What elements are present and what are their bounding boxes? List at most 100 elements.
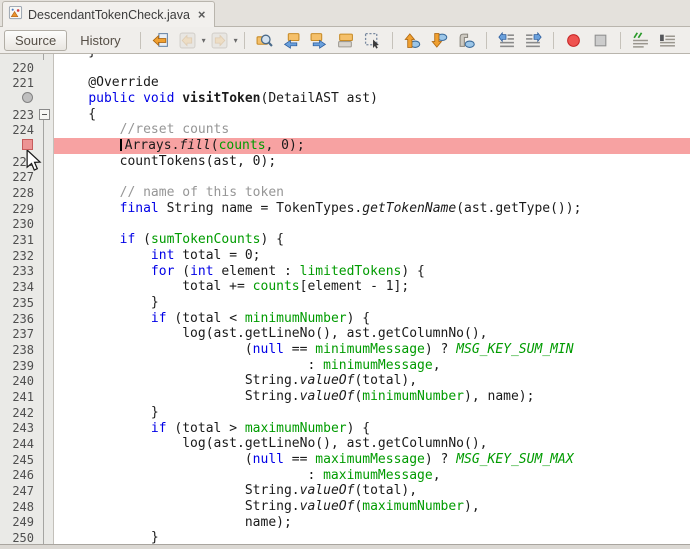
- gutter-row[interactable]: 236: [0, 311, 53, 327]
- gutter-row[interactable]: 250: [0, 530, 53, 544]
- find-next-occurrence-button[interactable]: [307, 29, 330, 51]
- code-line[interactable]: @Override: [54, 75, 690, 91]
- code-line[interactable]: name);: [54, 515, 690, 531]
- tab-close-icon[interactable]: ×: [198, 8, 206, 21]
- code-line[interactable]: countTokens(ast, 0);: [54, 154, 690, 170]
- code-line[interactable]: }: [54, 530, 690, 544]
- code-line[interactable]: log(ast.getLineNo(), ast.getColumnNo(),: [54, 326, 690, 342]
- code-line-breakpoint-highlighted[interactable]: Arrays.fill(counts, 0);: [54, 138, 690, 154]
- code-line[interactable]: log(ast.getLineNo(), ast.getColumnNo(),: [54, 436, 690, 452]
- source-view-button[interactable]: Source: [4, 30, 67, 51]
- code-line[interactable]: String.valueOf(total),: [54, 373, 690, 389]
- toggle-bookmark-button[interactable]: [455, 29, 478, 51]
- code-line[interactable]: String.valueOf(maximumNumber),: [54, 499, 690, 515]
- code-line[interactable]: : maximumMessage,: [54, 468, 690, 484]
- find-previous-occurrence-button[interactable]: [280, 29, 303, 51]
- toggle-rectangular-selection-button[interactable]: [361, 29, 384, 51]
- code-line[interactable]: if (total > maximumNumber) {: [54, 421, 690, 437]
- code-line[interactable]: [54, 170, 690, 186]
- last-edit-location-button[interactable]: [149, 29, 172, 51]
- dropdown-arrow-icon[interactable]: ▾: [202, 36, 206, 45]
- editor-gutter[interactable]: 2202212232242262272282292302312322332342…: [0, 54, 54, 544]
- gutter-row[interactable]: 239: [0, 358, 53, 374]
- code-token: ) ?: [425, 342, 456, 357]
- code-line[interactable]: {: [54, 107, 690, 123]
- shift-line-right-button[interactable]: [522, 29, 545, 51]
- code-line[interactable]: }: [54, 405, 690, 421]
- line-number: 248: [0, 500, 35, 514]
- gutter-row[interactable]: 221: [0, 75, 53, 91]
- code-line[interactable]: int total = 0;: [54, 248, 690, 264]
- next-bookmark-button[interactable]: [428, 29, 451, 51]
- gutter-row[interactable]: 235: [0, 295, 53, 311]
- gutter-row[interactable]: 238: [0, 342, 53, 358]
- code-line[interactable]: (null == minimumMessage) ? MSG_KEY_SUM_M…: [54, 342, 690, 358]
- gutter-row[interactable]: 224: [0, 122, 53, 138]
- comment-button[interactable]: [629, 29, 652, 51]
- toggle-highlight-search-button[interactable]: [334, 29, 357, 51]
- gutter-row[interactable]: [0, 91, 53, 107]
- code-line[interactable]: String.valueOf(minimumNumber), name);: [54, 389, 690, 405]
- code-token: valueOf: [300, 499, 355, 514]
- find-selection-button[interactable]: [253, 29, 276, 51]
- gutter-row[interactable]: 227: [0, 170, 53, 186]
- start-macro-recording-button[interactable]: [562, 29, 585, 51]
- gutter-row[interactable]: 240: [0, 373, 53, 389]
- uncomment-button[interactable]: [656, 29, 679, 51]
- gutter-row[interactable]: 233: [0, 264, 53, 280]
- gutter-row[interactable]: 249: [0, 515, 53, 531]
- gutter-row[interactable]: [0, 138, 53, 154]
- code-line[interactable]: [54, 60, 690, 76]
- gutter-row[interactable]: 231: [0, 232, 53, 248]
- back-button[interactable]: [176, 29, 199, 51]
- breakpoint-icon[interactable]: [22, 139, 33, 150]
- code-line[interactable]: total += counts[element - 1];: [54, 279, 690, 295]
- gutter-row[interactable]: 232: [0, 248, 53, 264]
- dropdown-arrow-icon[interactable]: ▾: [234, 36, 238, 45]
- gutter-row[interactable]: 220: [0, 60, 53, 76]
- code-pane[interactable]: } @Override public void visitToken(Detai…: [54, 54, 690, 544]
- history-view-button[interactable]: History: [69, 30, 131, 51]
- stop-macro-recording-button[interactable]: [589, 29, 612, 51]
- code-line[interactable]: }: [54, 295, 690, 311]
- code-line[interactable]: final String name = TokenTypes.getTokenN…: [54, 201, 690, 217]
- previous-bookmark-button[interactable]: [401, 29, 424, 51]
- gutter-row[interactable]: 226: [0, 154, 53, 170]
- code-line[interactable]: if (sumTokenCounts) {: [54, 232, 690, 248]
- shift-line-left-button[interactable]: [495, 29, 518, 51]
- code-line[interactable]: [54, 217, 690, 233]
- gutter-row[interactable]: 245: [0, 452, 53, 468]
- code-line[interactable]: public void visitToken(DetailAST ast): [54, 91, 690, 107]
- annotation-circle-icon[interactable]: [22, 92, 33, 103]
- code-token: minimumMessage: [315, 342, 425, 357]
- code-line[interactable]: String.valueOf(total),: [54, 483, 690, 499]
- code-line[interactable]: for (int element : limitedTokens) {: [54, 264, 690, 280]
- line-number: 238: [0, 343, 35, 357]
- tab-descendanttokencheck-java[interactable]: DescendantTokenCheck.java ×: [2, 1, 215, 27]
- gutter-row[interactable]: 223: [0, 107, 53, 123]
- code-line[interactable]: (null == maximumMessage) ? MSG_KEY_SUM_M…: [54, 452, 690, 468]
- gutter-row[interactable]: 242: [0, 405, 53, 421]
- gutter-row[interactable]: 234: [0, 279, 53, 295]
- gutter-row[interactable]: 247: [0, 483, 53, 499]
- gutter-row[interactable]: 228: [0, 185, 53, 201]
- code-line[interactable]: // name of this token: [54, 185, 690, 201]
- forward-button[interactable]: [208, 29, 231, 51]
- gutter-row[interactable]: 230: [0, 217, 53, 233]
- gutter-row[interactable]: 243: [0, 421, 53, 437]
- gutter-row[interactable]: 244: [0, 436, 53, 452]
- code-line[interactable]: if (total < minimumNumber) {: [54, 311, 690, 327]
- code-line[interactable]: //reset counts: [54, 122, 690, 138]
- gutter-row[interactable]: 248: [0, 499, 53, 515]
- line-number: 240: [0, 374, 35, 388]
- code-editor[interactable]: 2202212232242262272282292302312322332342…: [0, 54, 690, 544]
- code-token: }: [57, 295, 159, 310]
- code-line[interactable]: : minimumMessage,: [54, 358, 690, 374]
- gutter-row[interactable]: 241: [0, 389, 53, 405]
- gutter-row[interactable]: 237: [0, 326, 53, 342]
- fold-collapse-icon[interactable]: [39, 109, 50, 120]
- gutter-row[interactable]: 246: [0, 468, 53, 484]
- code-token: (: [57, 342, 253, 357]
- gutter-row[interactable]: 229: [0, 201, 53, 217]
- code-token: int: [190, 264, 213, 279]
